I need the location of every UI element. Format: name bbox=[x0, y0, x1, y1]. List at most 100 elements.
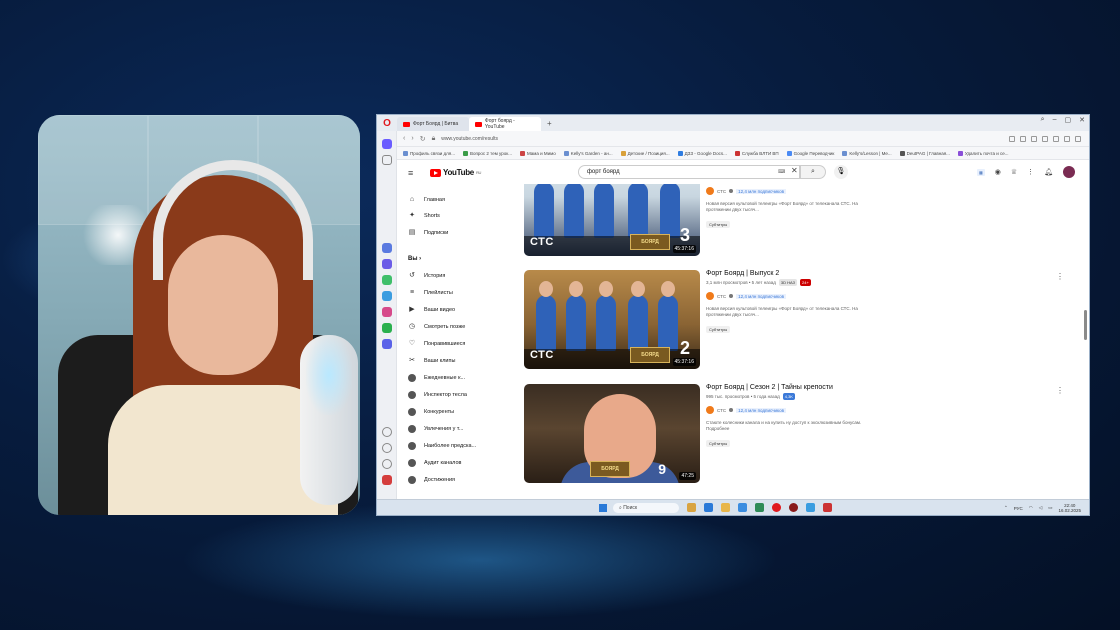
extension-icon[interactable] bbox=[1042, 135, 1048, 142]
video-result[interactable]: БОЯРД 9 47:25 Форт Боярд | Сезон 2 | Тай… bbox=[524, 384, 1084, 484]
language-indicator[interactable]: РУС bbox=[1014, 506, 1023, 511]
guide-item-watch-later[interactable]: ◷ Смотреть позже bbox=[408, 323, 465, 331]
subscription-item[interactable]: Увлечения у т... bbox=[408, 425, 463, 433]
taskbar-app-icon[interactable] bbox=[806, 503, 815, 512]
bookmark-item[interactable]: Удалить почта и се... bbox=[957, 150, 1009, 156]
reload-icon[interactable]: ↻ bbox=[420, 135, 426, 143]
clear-search-icon[interactable]: ✕ bbox=[791, 166, 798, 175]
opera-logo-icon[interactable]: O bbox=[377, 118, 397, 129]
page-scrollbar[interactable] bbox=[1084, 310, 1087, 340]
new-tab-button[interactable]: + bbox=[547, 119, 552, 128]
taskbar-app-icon[interactable] bbox=[755, 503, 764, 512]
keyboard-icon[interactable]: ⌨ bbox=[778, 169, 785, 175]
maximize-button[interactable]: ▢ bbox=[1065, 116, 1072, 124]
chevron-up-icon[interactable]: ⌃ bbox=[1004, 505, 1008, 511]
guide-item-history[interactable]: ↺ История bbox=[408, 272, 445, 280]
more-icon[interactable]: ⋮ bbox=[1027, 168, 1034, 176]
subscription-item[interactable]: Аудит каналов bbox=[408, 459, 461, 467]
guide-item-your-videos[interactable]: ▶ Ваши видео bbox=[408, 306, 455, 314]
guide-section-you[interactable]: Вы › bbox=[408, 256, 421, 262]
bookmark-item[interactable]: Kelly's Garden - ан... bbox=[563, 150, 613, 156]
guide-item-subscriptions[interactable]: ▤ Подписки bbox=[408, 229, 449, 237]
spotify-icon[interactable] bbox=[382, 323, 392, 333]
video-result[interactable]: СТС БОЯРД 3 45:37:16 СТС 12,4 млн подпис… bbox=[524, 184, 1084, 257]
bookmark-item[interactable]: DeutPAG | Главная... bbox=[899, 150, 950, 156]
heart-icon[interactable] bbox=[382, 427, 392, 437]
avatar[interactable] bbox=[1063, 166, 1075, 178]
video-title[interactable]: Форт Боярд | Сезон 2 | Тайны крепости bbox=[706, 384, 1066, 391]
taskbar-search[interactable]: ⌕ Поиск bbox=[613, 503, 679, 513]
subscription-item[interactable]: Достижения bbox=[408, 476, 455, 484]
taskbar-app-icon[interactable] bbox=[704, 503, 713, 512]
guide-item-shorts[interactable]: ✦ Shorts bbox=[408, 212, 440, 220]
wifi-icon[interactable]: ◠ bbox=[1029, 505, 1033, 511]
telegram-icon[interactable] bbox=[382, 291, 392, 301]
more-actions-icon[interactable]: ⋮ bbox=[1056, 386, 1064, 395]
taskbar-app-icon[interactable] bbox=[687, 503, 696, 512]
guide-item-clips[interactable]: ✂ Ваши клипы bbox=[408, 357, 455, 365]
bookmark-item[interactable]: Google Переводчик bbox=[786, 150, 834, 156]
whatsapp-icon[interactable] bbox=[382, 275, 392, 285]
youtube-logo[interactable]: YouTube RU bbox=[430, 168, 481, 177]
instagram-icon[interactable] bbox=[382, 307, 392, 317]
extension-icon[interactable] bbox=[1009, 135, 1015, 142]
home-icon[interactable] bbox=[382, 139, 392, 149]
clock[interactable]: 22:40 16.02.2025 bbox=[1058, 503, 1081, 513]
bookmark-item[interactable]: Мама и Мимо bbox=[519, 150, 556, 156]
bookmark-item[interactable]: Служба ВЛТИ ВП bbox=[734, 150, 779, 156]
vpn-icon[interactable] bbox=[382, 475, 392, 485]
more-actions-icon[interactable]: ⋮ bbox=[1056, 272, 1064, 281]
aria-icon[interactable] bbox=[382, 155, 392, 165]
menu-icon[interactable] bbox=[1075, 135, 1081, 142]
video-thumbnail[interactable]: БОЯРД 9 47:25 bbox=[524, 384, 700, 483]
messenger-icon[interactable] bbox=[382, 259, 392, 269]
folder-icon[interactable] bbox=[721, 503, 730, 512]
trophy-icon[interactable]: ♕ bbox=[1011, 168, 1017, 176]
bookmark-item[interactable]: Вопрос 2 тем урок... bbox=[462, 150, 512, 156]
notifications-icon[interactable]: 🔔︎ bbox=[1044, 168, 1053, 176]
search-input[interactable]: форт боярд bbox=[578, 165, 800, 179]
guide-item-playlists[interactable]: ≡ Плейлисты bbox=[408, 289, 453, 297]
video-thumbnail[interactable]: СТС БОЯРД 3 45:37:16 bbox=[524, 184, 700, 256]
search-button[interactable]: ⌕ bbox=[800, 165, 826, 179]
extension-icon[interactable] bbox=[382, 243, 392, 253]
settings-icon[interactable] bbox=[382, 459, 392, 469]
back-icon[interactable]: ‹ bbox=[403, 135, 405, 142]
browser-tab[interactable]: Форт Боярд | Битва bbox=[397, 117, 469, 131]
taskbar-app-icon[interactable] bbox=[823, 503, 832, 512]
extension-icon[interactable] bbox=[1020, 135, 1026, 142]
subscription-item[interactable]: Инспектор тесла bbox=[408, 391, 467, 399]
bookmark-icon[interactable] bbox=[1053, 135, 1059, 142]
menu-icon[interactable]: ≡ bbox=[408, 168, 413, 178]
extension-icon[interactable] bbox=[1031, 135, 1037, 142]
volume-icon[interactable]: ◁ bbox=[1039, 505, 1042, 511]
subscription-item[interactable]: Наиболее предска... bbox=[408, 442, 476, 450]
guide-item-liked[interactable]: ♡ Понравившиеся bbox=[408, 340, 466, 348]
forward-icon[interactable]: › bbox=[411, 135, 413, 142]
subscription-item[interactable]: Ежедневные к... bbox=[408, 374, 465, 382]
extension-badge-icon[interactable]: ▦ bbox=[976, 168, 985, 176]
video-channel[interactable]: СТС 12,4 млн подписчиков bbox=[706, 187, 1066, 195]
battery-icon[interactable]: ▭ bbox=[1048, 505, 1052, 511]
bookmark-item[interactable]: Kelly's/Lesson | Me... bbox=[842, 150, 892, 156]
windows-start-icon[interactable] bbox=[599, 504, 607, 512]
video-thumbnail[interactable]: СТС БОЯРД 2 45:37:16 bbox=[524, 270, 700, 369]
url-field[interactable]: www.youtube.com/results bbox=[441, 136, 498, 142]
taskbar-app-icon[interactable] bbox=[738, 503, 747, 512]
video-channel[interactable]: СТС 12,4 млн подписчиков bbox=[706, 292, 1066, 300]
bookmark-item[interactable]: Детские / Позиция... bbox=[620, 150, 670, 156]
download-icon[interactable] bbox=[1064, 135, 1070, 142]
video-title[interactable]: Форт Боярд | Выпуск 2 bbox=[706, 270, 1066, 277]
video-channel[interactable]: СТС 12,4 млн подписчиков bbox=[706, 406, 1066, 414]
opera-icon[interactable] bbox=[772, 503, 781, 512]
voice-search-icon[interactable]: 🎙︎ bbox=[834, 165, 848, 179]
history-icon[interactable] bbox=[382, 443, 392, 453]
minimize-button[interactable]: – bbox=[1053, 116, 1057, 124]
bookmark-item[interactable]: Профиль связи для... bbox=[403, 150, 455, 156]
guide-item-home[interactable]: ⌂ Главная bbox=[408, 196, 445, 204]
video-result[interactable]: СТС БОЯРД 2 45:37:16 Форт Боярд | Выпуск… bbox=[524, 270, 1084, 370]
search-tabs-icon[interactable]: ⌕ bbox=[1041, 116, 1045, 124]
extension-icon[interactable]: ◉ bbox=[995, 168, 1001, 176]
taskbar-app-icon[interactable] bbox=[789, 503, 798, 512]
subscription-item[interactable]: Конкуренты bbox=[408, 408, 454, 416]
